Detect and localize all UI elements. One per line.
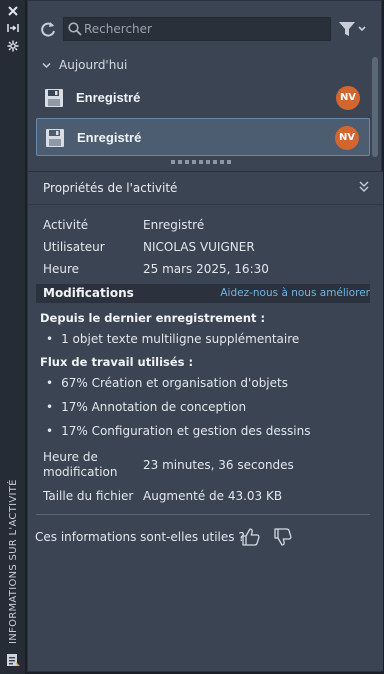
list-item: 17% Configuration et gestion des dessins (46, 424, 310, 438)
since-last-save-heading: Depuis le dernier enregistrement : (40, 311, 266, 325)
search-box (63, 17, 331, 41)
divider (36, 514, 370, 515)
properties-title: Propriétés de l'activité (43, 181, 178, 195)
search-input[interactable] (84, 20, 324, 38)
group-header-today[interactable]: Aujourd'hui (42, 57, 127, 73)
field-value: NICOLAS VUIGNER (143, 240, 255, 254)
field-key: Heure de modification (43, 450, 118, 479)
toolbar (28, 15, 383, 43)
collapse-icon[interactable] (357, 180, 371, 194)
avatar: NV (335, 126, 359, 150)
thumbs-up-icon[interactable] (240, 526, 262, 548)
list-item: 17% Annotation de conception (46, 400, 246, 414)
list-item: 67% Création et organisation d'objets (46, 376, 288, 390)
field-value: 23 minutes, 36 secondes (143, 458, 294, 472)
field-value: Enregistré (143, 218, 205, 232)
save-icon (46, 129, 64, 147)
auto-hide-icon[interactable] (4, 22, 22, 36)
workflows-heading: Flux de travail utilisés : (40, 355, 194, 369)
resize-handle[interactable] (171, 160, 233, 166)
settings-icon[interactable] (4, 40, 22, 54)
search-icon (68, 22, 82, 36)
field-key: Utilisateur (43, 240, 105, 254)
refresh-icon[interactable] (38, 19, 58, 39)
field-value: Augmenté de 43.03 KB (143, 489, 283, 503)
close-icon[interactable] (4, 5, 22, 19)
modifications-title: Modifications (43, 286, 134, 300)
activity-entry-selected[interactable]: Enregistré NV (36, 118, 370, 156)
activity-entry[interactable]: Enregistré NV (36, 79, 370, 117)
divider (28, 204, 383, 205)
side-rail: INFORMATIONS SUR L'ACTIVITÉ (0, 0, 26, 674)
entry-label: Enregistré (77, 130, 142, 145)
list-item: 1 objet texte multiligne supplémentaire (46, 332, 299, 346)
entry-label: Enregistré (76, 90, 141, 105)
modifications-header: Modifications Aidez-nous à nous améliore… (36, 284, 370, 303)
activity-log-icon[interactable] (5, 652, 21, 668)
field-key: Heure (43, 262, 80, 276)
help-improve-link[interactable]: Aidez-nous à nous améliorer (220, 287, 370, 299)
field-key: Activité (43, 218, 89, 232)
properties-section: Propriétés de l'activité Activité Enregi… (28, 171, 383, 671)
panel-vertical-title: INFORMATIONS SUR L'ACTIVITÉ (8, 479, 19, 644)
activity-panel: Aujourd'hui Enregistré NV Enregistré NV … (27, 0, 383, 672)
chevron-down-icon (42, 62, 51, 68)
feedback-question: Ces informations sont-elles utiles ? (35, 530, 245, 544)
group-label: Aujourd'hui (59, 58, 128, 72)
field-value: 25 mars 2025, 16:30 (143, 262, 269, 276)
avatar: NV (336, 86, 360, 110)
list-scrollbar[interactable] (372, 57, 378, 157)
field-key: Taille du fichier (43, 489, 134, 503)
filter-icon[interactable] (337, 19, 367, 39)
save-icon (45, 89, 63, 107)
thumbs-down-icon[interactable] (272, 526, 294, 548)
